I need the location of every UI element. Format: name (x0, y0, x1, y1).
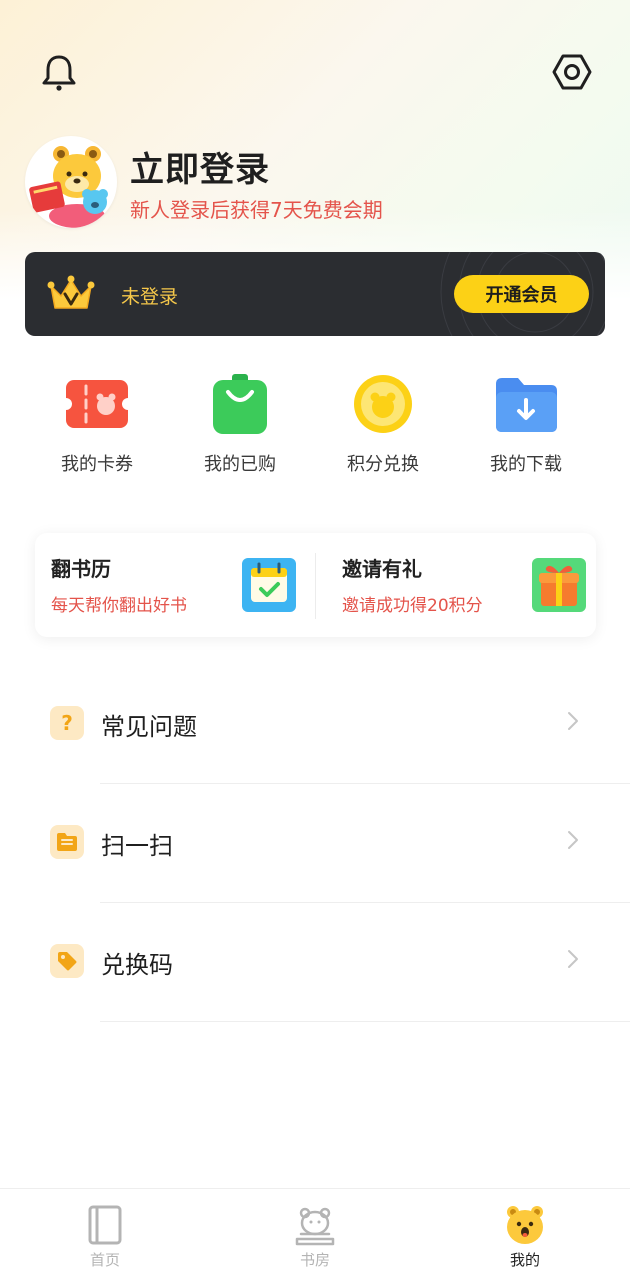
crown-icon (47, 275, 95, 309)
tab-mine[interactable]: 我的 (470, 1203, 580, 1270)
tab-label: 我的 (509, 1251, 540, 1269)
promo-subtitle: 邀请成功得20积分 (342, 596, 483, 616)
gift-icon (532, 558, 586, 612)
login-title[interactable]: 立即登录 (130, 142, 270, 191)
download-folder-icon (496, 378, 557, 432)
promo-divider (315, 553, 316, 619)
settings-icon[interactable] (550, 50, 594, 94)
quick-action-points[interactable]: 积分兑换 (328, 372, 438, 476)
quick-action-coupons[interactable]: 我的卡券 (42, 372, 152, 476)
quick-action-label: 我的已购 (204, 454, 276, 475)
promo-subtitle: 每天帮你翻出好书 (51, 596, 187, 616)
bear-mascot-icon (29, 146, 108, 228)
calendar-icon (242, 558, 296, 612)
chevron-right-icon (568, 712, 578, 730)
coin-icon (354, 375, 412, 433)
login-subtitle: 新人登录后获得7天免费会期 (130, 198, 383, 222)
tab-study-room[interactable]: 书房 (260, 1203, 370, 1270)
vip-card[interactable]: 未登录 开通会员 (25, 252, 605, 336)
open-vip-button[interactable]: 开通会员 (454, 275, 589, 313)
menu-item-label: 兑换码 (101, 951, 173, 979)
svg-text:?: ? (61, 712, 73, 734)
question-icon: ? (50, 706, 84, 740)
study-room-icon (295, 1207, 335, 1246)
quick-action-label: 积分兑换 (347, 454, 419, 475)
menu-item-label: 常见问题 (101, 713, 197, 741)
quick-action-purchased[interactable]: 我的已购 (185, 372, 295, 476)
tab-label: 书房 (299, 1251, 330, 1269)
vip-status: 未登录 (121, 286, 179, 308)
quick-action-downloads[interactable]: 我的下载 (471, 372, 581, 476)
scan-icon (50, 825, 84, 859)
menu-separator (100, 1021, 630, 1022)
bell-icon[interactable] (37, 50, 81, 94)
shopping-bag-icon (213, 374, 267, 434)
tag-icon (50, 944, 84, 978)
avatar[interactable] (25, 136, 117, 228)
promo-title: 翻书历 (51, 557, 111, 581)
chevron-right-icon (568, 950, 578, 968)
menu-item-label: 扫一扫 (101, 832, 173, 860)
chevron-right-icon (568, 831, 578, 849)
menu-item-redeem-code[interactable]: 兑换码 (0, 902, 630, 1022)
promo-title: 邀请有礼 (342, 557, 422, 581)
menu-item-faq[interactable]: ? 常见问题 (0, 664, 630, 784)
coupon-icon (62, 380, 132, 428)
quick-action-label: 我的下载 (490, 454, 562, 475)
book-icon (88, 1205, 122, 1245)
tab-label: 首页 (89, 1251, 120, 1269)
tab-home[interactable]: 首页 (50, 1203, 160, 1270)
bottom-tab-bar: 首页 书房 我的 (0, 1188, 630, 1280)
menu-item-scan[interactable]: 扫一扫 (0, 783, 630, 903)
promo-card: 翻书历 每天帮你翻出好书 邀请有礼 邀请成功得20积分 (35, 533, 596, 637)
quick-action-label: 我的卡券 (61, 454, 133, 475)
bear-face-icon (507, 1206, 543, 1244)
